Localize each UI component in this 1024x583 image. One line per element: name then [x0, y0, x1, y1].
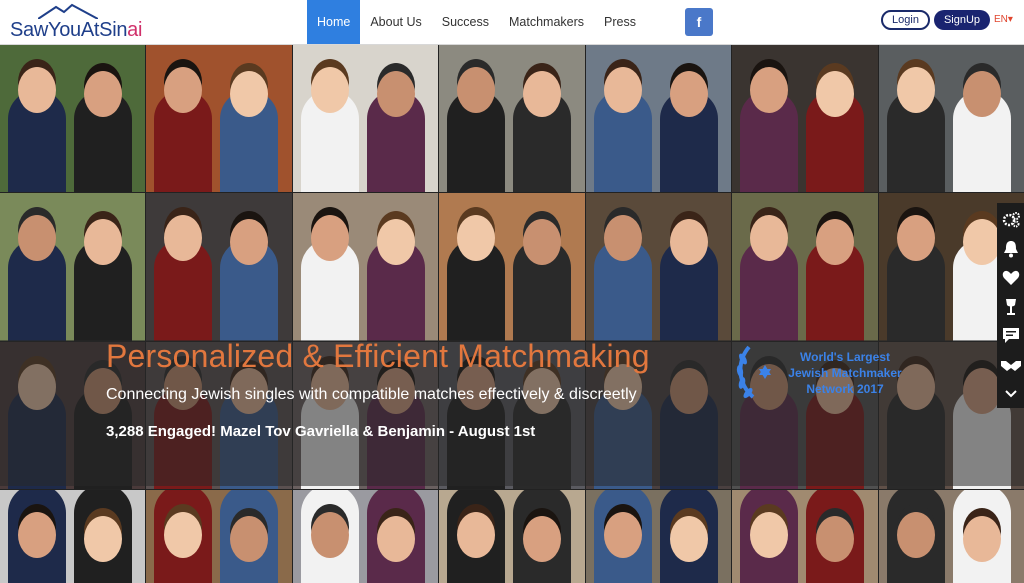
floating-side-toolbar [997, 203, 1024, 408]
couple-photo [439, 193, 585, 341]
award-text: World's Largest Jewish Matchmaker Networ… [785, 349, 905, 397]
main-nav: Home About Us Success Matchmakers Press [307, 0, 646, 44]
couple-photo [146, 490, 292, 583]
chat-icon[interactable] [997, 321, 1024, 350]
mountain-logo-icon [38, 3, 98, 19]
nav-home[interactable]: Home [307, 0, 361, 44]
couple-photo [0, 490, 146, 583]
award-badge: World's Largest Jewish Matchmaker Networ… [735, 341, 905, 405]
couple-photo [878, 45, 1024, 192]
gears-icon[interactable] [997, 205, 1024, 234]
top-navbar: SawYouAtSinai Home About Us Success Matc… [0, 0, 1024, 45]
chevron-down-icon[interactable] [997, 379, 1024, 408]
app-root: SawYouAtSinai Home About Us Success Matc… [0, 0, 1024, 583]
site-logo[interactable]: SawYouAtSinai [8, 3, 148, 43]
couple-photo [292, 45, 439, 192]
couple-photo [732, 193, 878, 341]
bell-icon[interactable] [997, 234, 1024, 263]
couple-photo [585, 45, 732, 192]
couple-photo [439, 45, 585, 192]
couple-photo [0, 45, 146, 192]
award-line-3: Network 2017 [806, 382, 884, 396]
couple-photo [292, 490, 439, 583]
heart-icon[interactable] [997, 263, 1024, 292]
nav-about-us[interactable]: About Us [360, 0, 431, 44]
logo-wordmark: SawYouAtSinai [10, 19, 143, 41]
facebook-icon[interactable]: f [685, 8, 713, 36]
couple-photo [0, 193, 146, 341]
signup-button[interactable]: SignUp [934, 10, 990, 30]
engagement-ticker: 3,288 Engaged! Mazel Tov Gavriella & Ben… [106, 423, 536, 440]
nav-matchmakers[interactable]: Matchmakers [499, 0, 594, 44]
couple-photo [732, 490, 878, 583]
couple-photo [146, 193, 292, 341]
handshake-icon[interactable] [997, 350, 1024, 379]
nav-press[interactable]: Press [594, 0, 646, 44]
award-line-1: World's Largest [800, 350, 890, 364]
couple-photo [439, 490, 585, 583]
login-button[interactable]: Login [881, 10, 930, 30]
couple-photo [732, 45, 878, 192]
hero-subtitle: Connecting Jewish singles with compatibl… [106, 386, 637, 403]
language-selector[interactable]: EN▾ [994, 14, 1013, 25]
couple-photo [292, 193, 439, 341]
couple-photo [585, 490, 732, 583]
wine-glass-icon[interactable] [997, 292, 1024, 321]
couple-photo [585, 193, 732, 341]
award-line-2: Jewish Matchmaker [788, 366, 902, 380]
couple-photo [878, 490, 1024, 583]
couple-photo [146, 45, 292, 192]
nav-success[interactable]: Success [432, 0, 499, 44]
couples-photo-grid [0, 45, 1024, 583]
hero-title: Personalized & Efficient Matchmaking [106, 338, 650, 374]
